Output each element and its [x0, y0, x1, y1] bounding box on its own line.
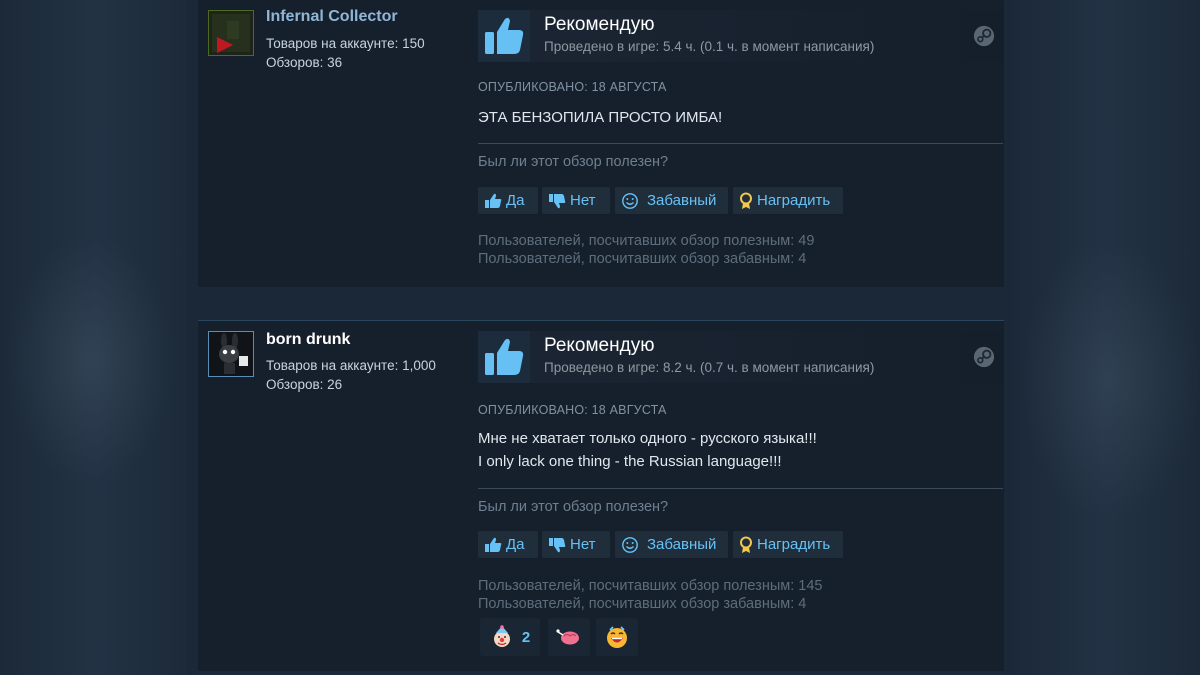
- review-text: Мне не хватает только одного - русского …: [478, 427, 817, 473]
- vote-counts: Пользователей, посчитавших обзор полезны…: [478, 577, 822, 613]
- recommendation-title: Рекомендую: [544, 14, 655, 35]
- review-card: born drunk Товаров на аккаунте: 1,000 Об…: [198, 320, 1004, 671]
- award-count: 2: [521, 628, 531, 646]
- playtime-text: Проведено в игре: 5.4 ч. (0.1 ч. в момен…: [544, 39, 875, 54]
- review-text-line: Мне не хватает только одного - русского …: [478, 430, 817, 447]
- vote-yes-label: Да: [506, 536, 525, 553]
- vote-funny-label: Забавный: [647, 192, 717, 209]
- smiley-icon: [622, 192, 638, 209]
- recommendation-header[interactable]: Рекомендую Проведено в игре: 8.2 ч. (0.7…: [478, 331, 1003, 383]
- recommendation-header[interactable]: Рекомендую Проведено в игре: 5.4 ч. (0.1…: [478, 10, 1003, 62]
- review-text-line: I only lack one thing - the Russian lang…: [478, 453, 782, 470]
- author-reviews-count[interactable]: Обзоров: 36: [266, 55, 342, 70]
- playtime-text: Проведено в игре: 8.2 ч. (0.7 ч. в момен…: [544, 360, 875, 375]
- thumbs-up-icon: [478, 331, 530, 383]
- thumb-up-icon: [485, 193, 502, 208]
- vote-yes-button[interactable]: Да: [478, 187, 538, 214]
- award-chip[interactable]: [548, 618, 590, 656]
- helpful-question: Был ли этот обзор полезен?: [478, 154, 669, 170]
- awards-row: 2: [480, 618, 650, 656]
- review-text-line: ЭТА БЕНЗОПИЛА ПРОСТО ИМБА!: [478, 109, 723, 126]
- avatar-cartoon-bunny-icon: [209, 332, 253, 376]
- award-label: Наградить: [757, 536, 831, 553]
- award-ribbon-icon: [740, 192, 752, 209]
- author-avatar[interactable]: [208, 331, 254, 377]
- award-label: Наградить: [757, 192, 831, 209]
- posted-date: Опубликовано: 18 августа: [478, 403, 667, 417]
- author-products-count[interactable]: Товаров на аккаунте: 1,000: [266, 358, 436, 373]
- review-divider: [478, 143, 1003, 144]
- thumb-up-icon: [485, 537, 502, 552]
- posted-date: Опубликовано: 18 августа: [478, 80, 667, 94]
- award-chip[interactable]: [596, 618, 638, 656]
- vote-yes-label: Да: [506, 192, 525, 209]
- helpful-count: Пользователей, посчитавших обзор полезны…: [478, 578, 823, 594]
- author-name[interactable]: Infernal Collector: [266, 8, 398, 26]
- vote-no-label: Нет: [570, 192, 596, 209]
- recommendation-title: Рекомендую: [544, 335, 655, 356]
- vote-no-label: Нет: [570, 536, 596, 553]
- vote-counts: Пользователей, посчитавших обзор полезны…: [478, 232, 814, 268]
- reviews-column: Infernal Collector Товаров на аккаунте: …: [187, 0, 1013, 675]
- thumb-down-icon: [549, 537, 566, 552]
- award-button[interactable]: Наградить: [733, 531, 843, 558]
- award-ribbon-icon: [740, 536, 752, 553]
- funny-count: Пользователей, посчитавших обзор забавны…: [478, 251, 807, 267]
- review-text: ЭТА БЕНЗОПИЛА ПРОСТО ИМБА!: [478, 106, 722, 129]
- vote-funny-button[interactable]: Забавный: [615, 187, 728, 214]
- funny-count: Пользователей, посчитавших обзор забавны…: [478, 596, 807, 612]
- vote-yes-button[interactable]: Да: [478, 531, 538, 558]
- steam-logo-icon: [973, 25, 995, 47]
- thumb-down-icon: [549, 193, 566, 208]
- author-reviews-count[interactable]: Обзоров: 26: [266, 377, 342, 392]
- vote-funny-label: Забавный: [647, 536, 717, 553]
- vote-no-button[interactable]: Нет: [542, 187, 610, 214]
- review-card: Infernal Collector Товаров на аккаунте: …: [198, 0, 1004, 287]
- thumbs-up-icon: [478, 10, 530, 62]
- steam-logo-icon: [973, 346, 995, 368]
- author-avatar[interactable]: [208, 10, 254, 56]
- helpful-question: Был ли этот обзор полезен?: [478, 499, 669, 515]
- vote-funny-button[interactable]: Забавный: [615, 531, 728, 558]
- author-name[interactable]: born drunk: [266, 331, 350, 349]
- laughing-face-award-icon: [607, 626, 627, 648]
- award-chip[interactable]: 2: [480, 618, 540, 656]
- helpful-count: Пользователей, посчитавших обзор полезны…: [478, 233, 815, 249]
- award-button[interactable]: Наградить: [733, 187, 843, 214]
- smiley-icon: [622, 536, 638, 553]
- clown-face-award-icon: [493, 625, 510, 647]
- review-divider: [478, 488, 1003, 489]
- vote-no-button[interactable]: Нет: [542, 531, 610, 558]
- brain-award-icon: [556, 629, 579, 645]
- author-products-count[interactable]: Товаров на аккаунте: 150: [266, 36, 425, 51]
- avatar-red-arrow-icon: [209, 11, 253, 55]
